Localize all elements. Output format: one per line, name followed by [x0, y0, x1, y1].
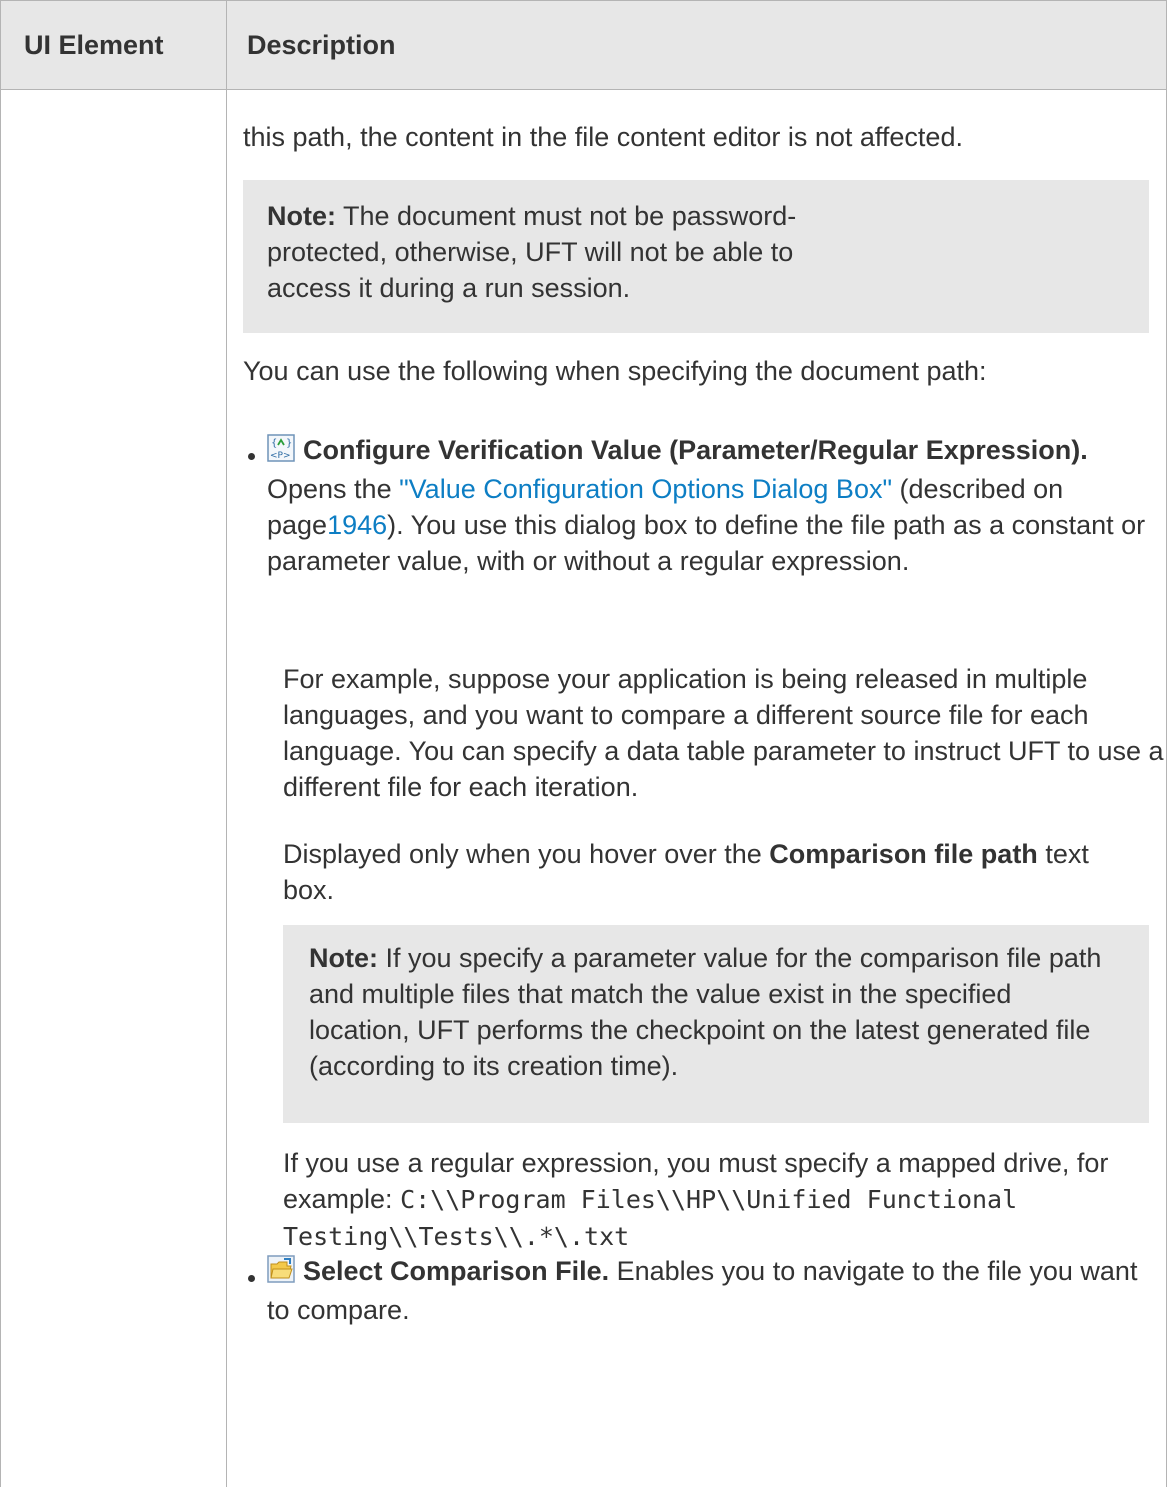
select-comparison-title: Select Comparison File. — [303, 1256, 610, 1286]
note-password-text: Note: The document must not be password-… — [267, 201, 797, 303]
ui-element-table: UI Element Description this path, the co… — [0, 0, 1167, 1487]
select-comparison-text: Select Comparison File. Enables you to n… — [267, 1255, 1138, 1325]
intro-line: this path, the content in the file conte… — [243, 122, 963, 152]
table-left-border — [0, 0, 1, 1487]
header-description: Description — [247, 30, 396, 60]
value-configuration-link[interactable]: "Value Configuration Options Dialog Box" — [399, 474, 892, 504]
folder-open-icon[interactable] — [267, 1255, 295, 1292]
list-item-select-comparison: Select Comparison File. Enables you to n… — [267, 1253, 1147, 1328]
configure-verification-text: { } <P> Configure Verification Value (Pa… — [267, 434, 1146, 576]
note-box-parameter: Note: If you specify a parameter value f… — [283, 925, 1149, 1123]
table-header-row: UI Element Description — [0, 0, 1167, 90]
bullet-dot — [248, 1275, 255, 1282]
list-item-configure-verification: { } <P> Configure Verification Value (Pa… — [267, 432, 1167, 579]
regex-paragraph: If you use a regular expression, you mus… — [283, 1148, 1109, 1251]
note-label: Note: — [309, 943, 378, 973]
path-intro: You can use the following when specifyin… — [243, 356, 987, 386]
page-number-link[interactable]: 1946 — [327, 510, 387, 540]
svg-text:{: { — [271, 438, 277, 449]
parameter-regex-icon[interactable]: { } <P> — [267, 434, 295, 471]
note-box-password: Note: The document must not be password-… — [243, 180, 1149, 333]
column-divider — [226, 0, 227, 1487]
configure-verification-title: Configure Verification Value (Parameter/… — [303, 435, 1088, 465]
svg-text:}: } — [286, 438, 292, 449]
displayed-only-paragraph: Displayed only when you hover over the C… — [283, 839, 1089, 905]
example-paragraph: For example, suppose your application is… — [283, 664, 1164, 802]
header-ui-element: UI Element — [24, 30, 164, 60]
bullet-dot — [248, 453, 255, 460]
svg-text:<P>: <P> — [270, 451, 291, 461]
note-label: Note: — [267, 201, 336, 231]
note-parameter-text: Note: If you specify a parameter value f… — [309, 943, 1102, 1081]
comparison-file-path-label: Comparison file path — [769, 839, 1038, 869]
